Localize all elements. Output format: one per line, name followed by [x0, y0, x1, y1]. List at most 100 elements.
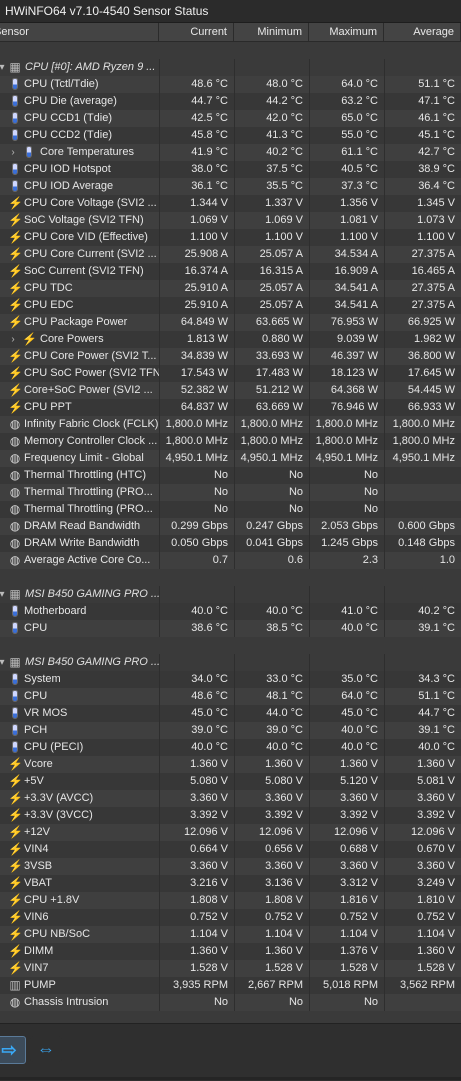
sensor-row[interactable]: ⚡ CPU NB/SoC 1.104 V 1.104 V 1.104 V 1.104 V — [0, 926, 461, 943]
sensor-name-cell: ◍ Thermal Throttling (HTC) — [0, 467, 159, 484]
current-value: 1.360 V — [159, 943, 234, 960]
sensor-row[interactable]: ⚡ Core+SoC Power (SVI2 ... 52.382 W 51.212 … — [0, 382, 461, 399]
maximum-value: 3.392 V — [309, 807, 384, 824]
current-value: 42.5 °C — [159, 110, 234, 127]
sensor-row[interactable]: ⚡ CPU SoC Power (SVI2 TFN) 17.543 W 17.483 … — [0, 365, 461, 382]
sensor-row[interactable]: System 34.0 °C 33.0 °C 35.0 °C 34.3 °C — [0, 671, 461, 688]
sensor-row[interactable]: ⚡ CPU Core Power (SVI2 T... 34.839 W 33.693… — [0, 348, 461, 365]
col-current[interactable]: Current — [159, 23, 234, 41]
maximum-value: 3.360 V — [309, 790, 384, 807]
average-value: 1,800.0 MHz — [384, 433, 461, 450]
sensor-row[interactable]: ⚡ CPU Core Current (SVI2 ... 25.908 A 25.05… — [0, 246, 461, 263]
sensor-name-cell: ⚡ VIN7 — [0, 960, 159, 977]
sensor-row[interactable]: VR MOS 45.0 °C 44.0 °C 45.0 °C 44.7 °C — [0, 705, 461, 722]
sensor-row[interactable]: ⚡ SoC Voltage (SVI2 TFN) 1.069 V 1.069 V 1.0… — [0, 212, 461, 229]
sensor-row[interactable]: ⚡ +3.3V (AVCC) 3.360 V 3.360 V 3.360 V 3.360 … — [0, 790, 461, 807]
group-cell — [159, 654, 234, 671]
sensor-row[interactable]: ⚡ VIN4 0.664 V 0.656 V 0.688 V 0.670 V — [0, 841, 461, 858]
sensor-row[interactable]: CPU IOD Hotspot 38.0 °C 37.5 °C 40.5 °C 38.9… — [0, 161, 461, 178]
col-average[interactable]: Average — [384, 23, 461, 41]
gauge-icon: ◍ — [9, 519, 21, 533]
maximum-value: 34.534 A — [309, 246, 384, 263]
maximum-value: 1.245 Gbps — [309, 535, 384, 552]
sensor-row[interactable]: ⚡ VIN6 0.752 V 0.752 V 0.752 V 0.752 V — [0, 909, 461, 926]
sensor-row[interactable]: ◍ Infinity Fabric Clock (FCLK) 1,800.0 MHz… — [0, 416, 461, 433]
maximum-value: 1.356 V — [309, 195, 384, 212]
sensor-row[interactable]: ⚡ DIMM 1.360 V 1.360 V 1.376 V 1.360 V — [0, 943, 461, 960]
sensor-row[interactable]: ◍ Memory Controller Clock ... 1,800.0 MHz 1… — [0, 433, 461, 450]
col-maximum[interactable]: Maximum — [309, 23, 384, 41]
sensor-row[interactable]: ⚡ CPU PPT 64.837 W 63.669 W 76.946 W 66.933 W — [0, 399, 461, 416]
sensor-row[interactable]: CPU CCD1 (Tdie) 42.5 °C 42.0 °C 65.0 °C 46.1… — [0, 110, 461, 127]
sensor-row[interactable]: ⚡ +5V 5.080 V 5.080 V 5.120 V 5.081 V — [0, 773, 461, 790]
sensor-row[interactable]: ◍ Thermal Throttling (HTC) No No No — [0, 467, 461, 484]
maximum-value: 46.397 W — [309, 348, 384, 365]
sensor-row[interactable]: ⚡ CPU Core VID (Effective) 1.100 V 1.100 V1… — [0, 229, 461, 246]
current-value: 48.6 °C — [159, 688, 234, 705]
sensor-row[interactable]: CPU (PECI) 40.0 °C 40.0 °C 40.0 °C 40.0 °C — [0, 739, 461, 756]
sensor-row[interactable]: ◍ Chassis Intrusion No No No — [0, 994, 461, 1011]
minimum-value: 39.0 °C — [234, 722, 309, 739]
sensor-row[interactable]: ⚡ CPU TDC 25.910 A 25.057 A 34.541 A 27.375 A — [0, 280, 461, 297]
minimum-value: 1.069 V — [234, 212, 309, 229]
maximum-value: 3.312 V — [309, 875, 384, 892]
sensor-row[interactable]: ⚡ CPU +1.8V 1.808 V 1.808 V 1.816 V 1.810 V — [0, 892, 461, 909]
sensor-row[interactable]: ⚡ Vcore 1.360 V 1.360 V 1.360 V 1.360 V — [0, 756, 461, 773]
minimum-value: 12.096 V — [234, 824, 309, 841]
maximum-value: 64.0 °C — [309, 76, 384, 93]
sensor-label: CPU IOD Average — [24, 180, 114, 192]
col-sensor[interactable]: Sensor — [0, 23, 159, 41]
expand-chevron-icon[interactable]: › — [6, 144, 20, 161]
current-value: 16.374 A — [159, 263, 234, 280]
sensor-group-header[interactable]: ▾ ▦ CPU [#0]: AMD Ryzen 9 ... — [0, 59, 461, 76]
sensor-row[interactable]: ⚡ +12V 12.096 V 12.096 V 12.096 V 12.096 V — [0, 824, 461, 841]
sensor-name-cell: CPU CCD1 (Tdie) — [0, 110, 159, 127]
sensor-row[interactable]: CPU (Tctl/Tdie) 48.6 °C 48.0 °C 64.0 °C 51.1… — [0, 76, 461, 93]
sensor-row[interactable]: CPU IOD Average 36.1 °C 35.5 °C 37.3 °C 36.4… — [0, 178, 461, 195]
sensor-row[interactable]: PCH 39.0 °C 39.0 °C 40.0 °C 39.1 °C — [0, 722, 461, 739]
sensor-row[interactable]: ⚡ +3.3V (3VCC) 3.392 V 3.392 V 3.392 V 3.392 … — [0, 807, 461, 824]
average-value: 0.148 Gbps — [384, 535, 461, 552]
sensor-row[interactable]: ⚡ VIN7 1.528 V 1.528 V 1.528 V 1.528 V — [0, 960, 461, 977]
sensor-row[interactable]: CPU Die (average) 44.7 °C 44.2 °C 63.2 °C 47… — [0, 93, 461, 110]
expand-collapse-icon[interactable]: ⇔ — [30, 1036, 62, 1062]
sensor-row[interactable]: ⚡ SoC Current (SVI2 TFN) 16.374 A 16.315 A1… — [0, 263, 461, 280]
thermometer-icon — [8, 110, 22, 127]
sensor-row[interactable]: ⚡ VBAT 3.216 V 3.136 V 3.312 V 3.249 V — [0, 875, 461, 892]
current-value: 25.910 A — [159, 297, 234, 314]
sensor-row[interactable]: ⚡ CPU Package Power 64.849 W 63.665 W 76.953… — [0, 314, 461, 331]
expand-chevron-icon[interactable]: › — [6, 331, 20, 348]
sensor-row[interactable]: ⚡ CPU EDC 25.910 A 25.057 A 34.541 A 27.375 A — [0, 297, 461, 314]
sensor-row[interactable]: CPU 38.6 °C 38.5 °C 40.0 °C 39.1 °C — [0, 620, 461, 637]
maximum-value: 1.376 V — [309, 943, 384, 960]
sensor-row[interactable]: ◍ Thermal Throttling (PRO... No No No — [0, 484, 461, 501]
sensor-row[interactable]: ◍ Frequency Limit - Global 4,950.1 MHz 4,95… — [0, 450, 461, 467]
average-value: 27.375 A — [384, 297, 461, 314]
average-value: 39.1 °C — [384, 620, 461, 637]
sensor-row[interactable]: CPU CCD2 (Tdie) 45.8 °C 41.3 °C 55.0 °C 45.1… — [0, 127, 461, 144]
sensor-row[interactable]: CPU 48.6 °C 48.1 °C 64.0 °C 51.1 °C — [0, 688, 461, 705]
sensor-label: VIN4 — [24, 843, 49, 855]
sensor-group-header[interactable]: ▾ ▦ MSI B450 GAMING PRO ... — [0, 586, 461, 603]
minimum-value: 0.6 — [234, 552, 309, 569]
sensor-row[interactable]: ◍ DRAM Read Bandwidth 0.299 Gbps 0.247 Gbps… — [0, 518, 461, 535]
current-value: 36.1 °C — [159, 178, 234, 195]
sensor-group-header[interactable]: ▾ ▦ MSI B450 GAMING PRO ... — [0, 654, 461, 671]
sensor-row[interactable]: ⚡ 3VSB 3.360 V 3.360 V 3.360 V 3.360 V — [0, 858, 461, 875]
sensor-row[interactable]: ◍ DRAM Write Bandwidth 0.050 Gbps 0.041 Gbp… — [0, 535, 461, 552]
lightning-icon: ⚡ — [8, 961, 23, 975]
sensor-row[interactable]: ◍ Average Active Core Co... 0.7 0.6 2.3 1.0 — [0, 552, 461, 569]
lightning-icon: ⚡ — [8, 400, 23, 414]
average-value: 4,950.1 MHz — [384, 450, 461, 467]
sensor-row[interactable]: Motherboard 40.0 °C 40.0 °C 41.0 °C 40.2 °C — [0, 603, 461, 620]
sensor-row[interactable]: ⚡ CPU Core Voltage (SVI2 ... 1.344 V 1.337 … — [0, 195, 461, 212]
gauge-icon: ◍ — [9, 553, 21, 567]
arrow-right-icon[interactable]: ⇨ — [0, 1036, 26, 1064]
sensor-row[interactable]: ▥ PUMP 3,935 RPM 2,667 RPM 5,018 RPM 3,562 RP… — [0, 977, 461, 994]
sensor-row[interactable]: › ⚡ Core Powers 1.813 W 0.880 W 9.039 W 1.982 … — [0, 331, 461, 348]
group-cell — [384, 59, 461, 76]
sensor-row[interactable]: ◍ Thermal Throttling (PRO... No No No — [0, 501, 461, 518]
sensor-row[interactable]: › Core Temperatures 41.9 °C 40.2 °C 61.1 °C 4… — [0, 144, 461, 161]
sensor-label: Frequency Limit - Global — [24, 452, 144, 464]
col-minimum[interactable]: Minimum — [234, 23, 309, 41]
